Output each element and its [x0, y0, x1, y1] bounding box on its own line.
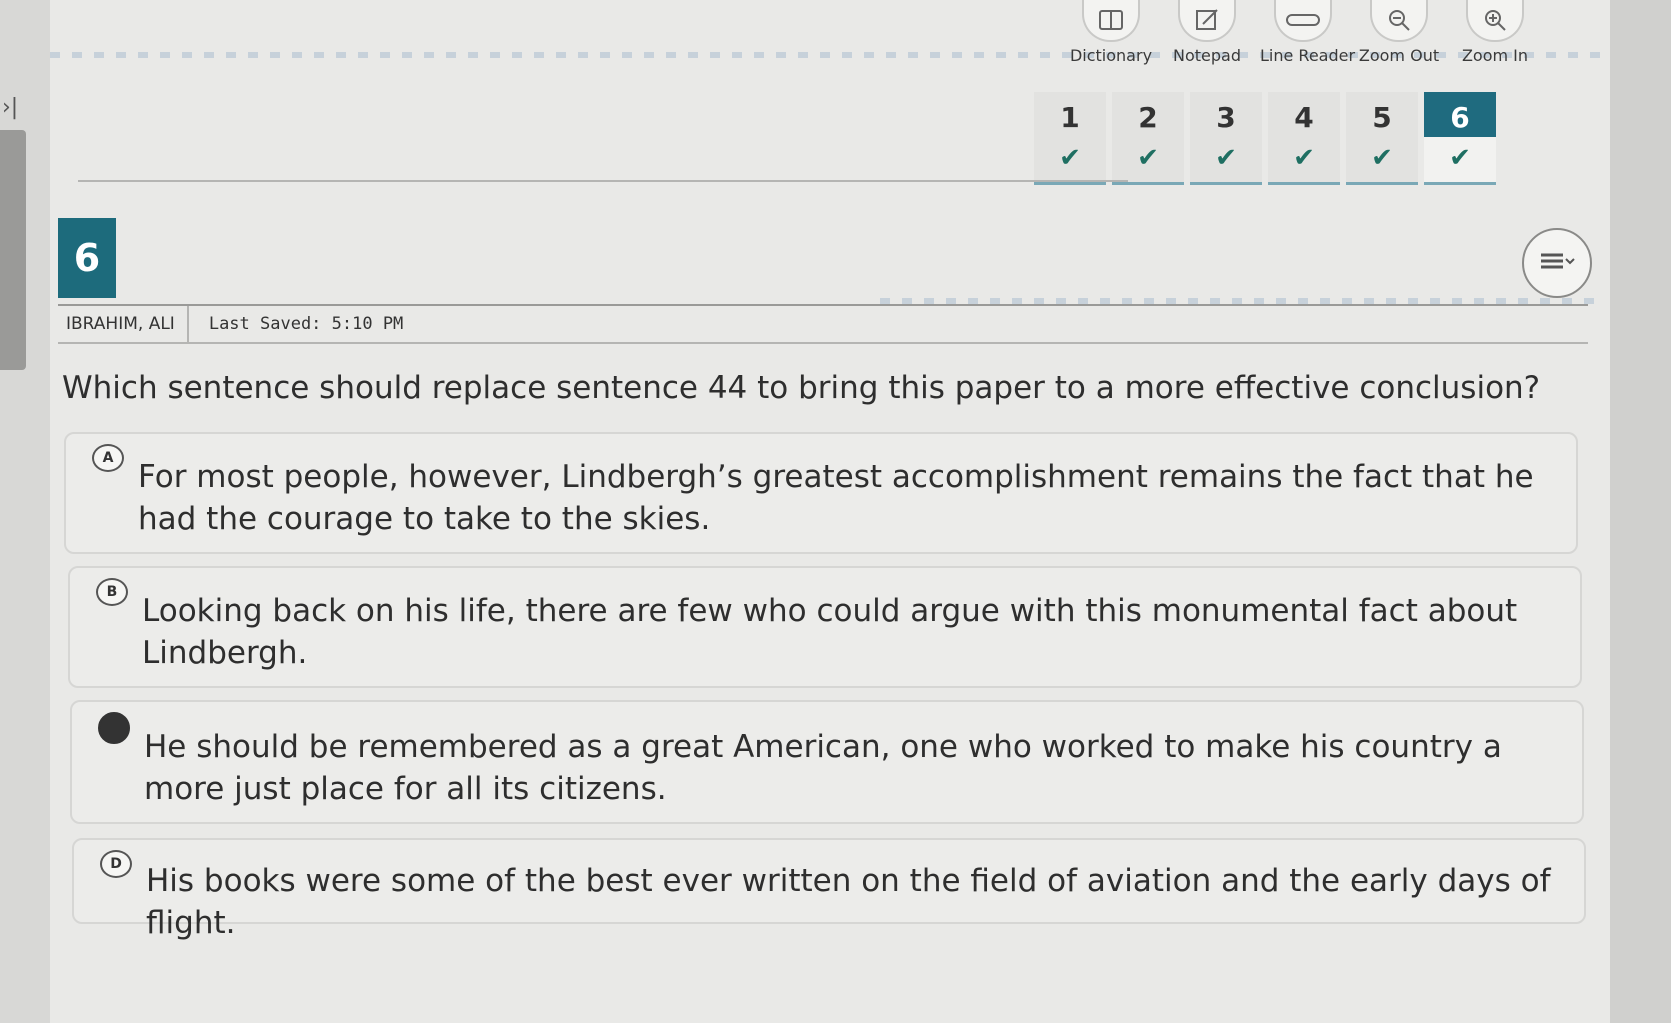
question-text: Which sentence should replace sentence 4… — [62, 370, 1541, 406]
answered-check-icon: ✔ — [1371, 143, 1393, 173]
zoom-in-label: Zoom In — [1461, 46, 1529, 65]
current-question-badge: 6 — [58, 218, 116, 298]
answer-option-d[interactable]: D His books were some of the best ever w… — [72, 838, 1586, 941]
dictionary-label: Dictionary — [1069, 46, 1153, 65]
right-rail — [1610, 0, 1671, 1023]
question-nav-5[interactable]: 5 ✔ — [1346, 92, 1418, 185]
dictionary-icon — [1082, 0, 1140, 42]
last-saved: Last Saved: 5:10 PM — [208, 314, 404, 334]
option-bubble[interactable]: A — [92, 444, 124, 472]
question-nav-2[interactable]: 2 ✔ — [1112, 92, 1184, 185]
menu-icon — [1541, 253, 1575, 269]
nav-divider — [78, 180, 1128, 182]
notepad-button[interactable]: Notepad — [1164, 0, 1250, 65]
question-nav-3[interactable]: 3 ✔ — [1190, 92, 1262, 185]
zoom-out-button[interactable]: Zoom Out — [1356, 0, 1442, 65]
question-navigation: 1 ✔ 2 ✔ 3 ✔ 4 ✔ 5 ✔ 6 ✔ — [1034, 92, 1496, 185]
answer-option-a[interactable]: A For most people, however, Lindbergh’s … — [64, 432, 1578, 554]
dictionary-button[interactable]: Dictionary — [1068, 0, 1154, 65]
answered-check-icon: ✔ — [1449, 143, 1471, 173]
question-number: 3 — [1216, 101, 1236, 134]
left-scrollbar[interactable] — [0, 130, 26, 370]
student-name: IBRAHIM, ALI — [58, 306, 189, 342]
question-number: 2 — [1138, 101, 1158, 134]
question-nav-1[interactable]: 1 ✔ — [1034, 92, 1106, 185]
question-number: 1 — [1060, 101, 1080, 134]
answered-check-icon: ✔ — [1293, 143, 1315, 173]
answered-check-icon: ✔ — [1137, 143, 1159, 173]
answer-option-c[interactable]: He should be remembered as a great Ameri… — [70, 700, 1584, 824]
left-rail: ›| — [0, 0, 50, 1023]
zoom-out-label: Zoom Out — [1358, 46, 1440, 65]
zoom-in-button[interactable]: Zoom In — [1452, 0, 1538, 65]
option-text: His books were some of the best ever wri… — [146, 863, 1551, 941]
question-number: 6 — [1424, 92, 1496, 137]
notepad-icon — [1178, 0, 1236, 42]
answered-check-icon: ✔ — [1059, 143, 1081, 173]
zoom-out-icon — [1370, 0, 1428, 42]
collapse-arrow-icon[interactable]: ›| — [2, 95, 18, 120]
student-info-bar: IBRAHIM, ALI Last Saved: 5:10 PM — [58, 304, 1588, 344]
question-number: 4 — [1294, 101, 1314, 134]
answered-check-icon: ✔ — [1215, 143, 1237, 173]
question-number: 5 — [1372, 101, 1392, 134]
tool-toolbar: Dictionary Notepad Line Reader Zoom Out … — [1068, 0, 1538, 65]
line-reader-icon — [1274, 0, 1332, 42]
option-text: He should be remembered as a great Ameri… — [144, 729, 1502, 807]
question-menu-button[interactable] — [1522, 228, 1592, 298]
option-text: For most people, however, Lindbergh’s gr… — [138, 459, 1534, 537]
zoom-in-icon — [1466, 0, 1524, 42]
option-bubble[interactable]: D — [100, 850, 132, 878]
question-nav-4[interactable]: 4 ✔ — [1268, 92, 1340, 185]
notepad-label: Notepad — [1173, 46, 1241, 65]
option-text: Looking back on his life, there are few … — [142, 593, 1518, 671]
answer-option-b[interactable]: B Looking back on his life, there are fe… — [68, 566, 1582, 688]
line-reader-label: Line Reader — [1260, 46, 1356, 65]
selected-option-bubble[interactable] — [98, 712, 130, 744]
question-nav-6[interactable]: 6 ✔ — [1424, 92, 1496, 185]
line-reader-button[interactable]: Line Reader — [1260, 0, 1356, 65]
option-bubble[interactable]: B — [96, 578, 128, 606]
